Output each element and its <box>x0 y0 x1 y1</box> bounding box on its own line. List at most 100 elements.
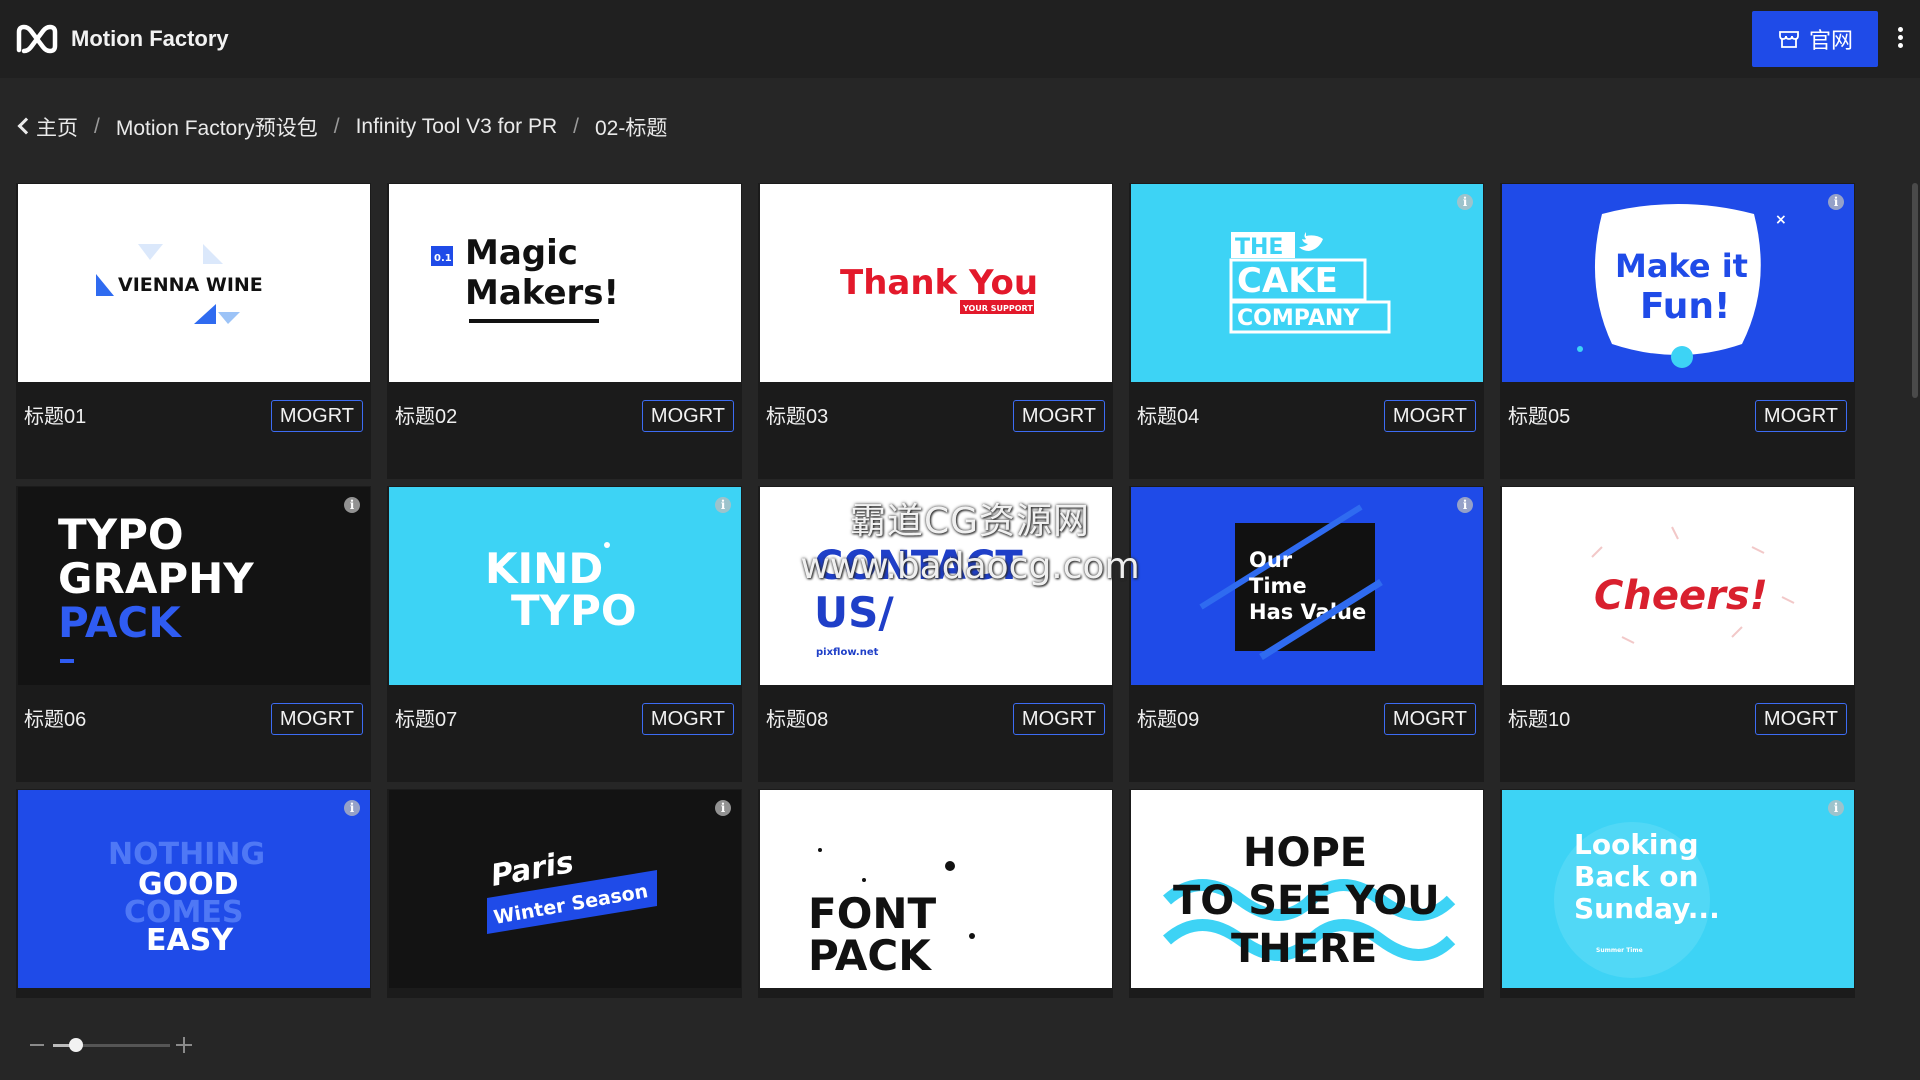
preset-title: 标题07 <box>395 709 458 731</box>
thumb-text: Sunday... <box>1574 892 1720 925</box>
more-menu-icon[interactable] <box>1889 24 1911 54</box>
preset-thumbnail[interactable]: VIENNA WINE <box>18 184 370 382</box>
preset-card[interactable]: Make it Fun! × i 标题05 MOGRT <box>1500 183 1855 479</box>
preset-thumbnail[interactable]: CONTACT US/ pixflow.net <box>760 487 1112 685</box>
svg-text:×: × <box>1775 212 1787 228</box>
thumb-text: GRAPHY <box>58 554 254 603</box>
vertical-scrollbar[interactable] <box>1912 183 1918 398</box>
top-bar: Motion Factory 官网 <box>0 0 1920 78</box>
thumb-text: YOUR SUPPORT <box>962 304 1033 313</box>
preset-card[interactable]: Thank You YOUR SUPPORT 标题03 MOGRT <box>758 183 1113 479</box>
zoom-in-icon[interactable] <box>176 1037 192 1053</box>
preset-thumbnail[interactable]: HOPE TO SEE YOU THERE <box>1131 790 1483 988</box>
thumb-text: CAKE <box>1237 261 1338 301</box>
preset-thumbnail[interactable]: Cheers! <box>1502 487 1854 685</box>
thumb-text: VIENNA WINE <box>118 274 263 296</box>
storefront-icon <box>1779 31 1799 48</box>
breadcrumb-separator: / <box>94 115 100 138</box>
preset-thumbnail[interactable]: KIND TYPO i <box>389 487 741 685</box>
preset-thumbnail[interactable]: THE CAKE COMPANY i <box>1131 184 1483 382</box>
thumb-text: Magic <box>465 233 578 273</box>
mogrt-button[interactable]: MOGRT <box>270 703 363 735</box>
preset-card[interactable]: Our Time Has Value i 标题09 MOGRT <box>1129 486 1484 782</box>
preset-thumbnail[interactable]: NOTHING GOOD COMES EASY i <box>18 790 370 988</box>
preset-card[interactable]: Paris Winter Season i <box>387 789 742 998</box>
info-icon[interactable]: i <box>344 497 360 513</box>
thumb-text: Looking <box>1574 828 1699 861</box>
info-icon[interactable]: i <box>344 800 360 816</box>
preset-thumbnail[interactable]: Paris Winter Season i <box>389 790 741 988</box>
preset-title: 标题05 <box>1508 406 1571 428</box>
mogrt-button[interactable]: MOGRT <box>1012 703 1105 735</box>
official-site-label: 官网 <box>1808 28 1853 53</box>
thumb-text: EASY <box>146 923 234 958</box>
preset-title: 标题10 <box>1508 709 1571 731</box>
breadcrumb-separator: / <box>573 115 579 138</box>
thumb-text: Thank You <box>840 263 1038 303</box>
preset-card[interactable]: HOPE TO SEE YOU THERE <box>1129 789 1484 998</box>
preset-title: 标题02 <box>395 406 458 428</box>
thumb-text: US/ <box>814 588 894 637</box>
bottom-bar <box>0 1000 1920 1080</box>
mogrt-button[interactable]: MOGRT <box>1754 703 1847 735</box>
mogrt-button[interactable]: MOGRT <box>1383 703 1476 735</box>
preset-card[interactable]: THE CAKE COMPANY i 标题04 MOGRT <box>1129 183 1484 479</box>
zoom-out-icon[interactable] <box>30 1044 44 1046</box>
info-icon[interactable]: i <box>1457 497 1473 513</box>
info-icon[interactable]: i <box>1828 800 1844 816</box>
breadcrumb-preset-pack[interactable]: Motion Factory预设包 <box>116 112 318 142</box>
preset-title: 标题08 <box>766 709 829 731</box>
preset-thumbnail[interactable]: Thank You YOUR SUPPORT <box>760 184 1112 382</box>
preset-card[interactable]: CONTACT US/ pixflow.net 标题08 MOGRT <box>758 486 1113 782</box>
breadcrumb-separator: / <box>333 115 340 138</box>
preset-card[interactable]: KIND TYPO i 标题07 MOGRT <box>387 486 742 782</box>
thumb-text: PACK <box>808 931 932 980</box>
preset-card[interactable]: Cheers! 标题10 MOGRT <box>1500 486 1855 782</box>
breadcrumb-current: 02-标题 <box>594 117 668 140</box>
info-icon[interactable]: i <box>1457 194 1473 210</box>
preset-thumbnail[interactable]: Make it Fun! × i <box>1502 184 1854 382</box>
mogrt-button[interactable]: MOGRT <box>270 400 363 432</box>
preset-card[interactable]: Looking Back on Sunday... Summer Time i <box>1500 789 1855 998</box>
preset-card[interactable]: NOTHING GOOD COMES EASY i <box>16 789 371 998</box>
thumb-text: Make it <box>1615 247 1748 285</box>
thumb-text: PACK <box>58 598 182 647</box>
preset-card[interactable]: FONT PACK <box>758 789 1113 998</box>
preset-thumbnail[interactable]: 0.1 Magic Makers! <box>389 184 741 382</box>
thumb-text: TYPO <box>511 586 637 635</box>
mogrt-button[interactable]: MOGRT <box>1383 400 1476 432</box>
breadcrumb: 主页 / Motion Factory预设包 / Infinity Tool V… <box>17 112 668 142</box>
preset-title: 标题01 <box>24 406 87 428</box>
official-site-button[interactable]: 官网 <box>1752 11 1878 67</box>
preset-title: 标题09 <box>1137 709 1200 731</box>
preset-thumbnail[interactable]: Looking Back on Sunday... Summer Time i <box>1502 790 1854 988</box>
breadcrumb-home[interactable]: 主页 <box>36 112 78 142</box>
preset-title: 标题06 <box>24 709 87 731</box>
zoom-slider[interactable] <box>53 1038 170 1052</box>
preset-thumbnail[interactable]: TYPO GRAPHY PACK i <box>18 487 370 685</box>
info-icon[interactable]: i <box>715 497 731 513</box>
thumb-text: THE <box>1235 235 1283 260</box>
preset-grid: VIENNA WINE 标题01 MOGRT 0.1 Magic Makers!… <box>16 183 1858 998</box>
preset-title: 标题04 <box>1137 406 1200 428</box>
mogrt-button[interactable]: MOGRT <box>1012 400 1105 432</box>
chevron-left-icon[interactable] <box>17 117 35 135</box>
preset-card[interactable]: 0.1 Magic Makers! 标题02 MOGRT <box>387 183 742 479</box>
thumb-text: 0.1 <box>434 253 452 264</box>
mogrt-button[interactable]: MOGRT <box>641 400 734 432</box>
info-icon[interactable]: i <box>1828 194 1844 210</box>
info-icon[interactable]: i <box>715 800 731 816</box>
preset-thumbnail[interactable]: FONT PACK <box>760 790 1112 988</box>
mogrt-button[interactable]: MOGRT <box>641 703 734 735</box>
app-title: Motion Factory <box>71 26 229 51</box>
preset-card[interactable]: TYPO GRAPHY PACK i 标题06 MOGRT <box>16 486 371 782</box>
thumb-text: pixflow.net <box>816 647 879 658</box>
preset-thumbnail[interactable]: Our Time Has Value i <box>1131 487 1483 685</box>
mogrt-button[interactable]: MOGRT <box>1754 400 1847 432</box>
thumb-text: TO SEE YOU <box>1173 878 1440 924</box>
thumb-text: COMPANY <box>1237 306 1360 331</box>
preset-card[interactable]: VIENNA WINE 标题01 MOGRT <box>16 183 371 479</box>
breadcrumb-infinity-tool[interactable]: Infinity Tool V3 for PR <box>356 115 558 139</box>
thumb-text: Summer Time <box>1596 947 1643 954</box>
thumb-text: Time <box>1249 574 1307 598</box>
